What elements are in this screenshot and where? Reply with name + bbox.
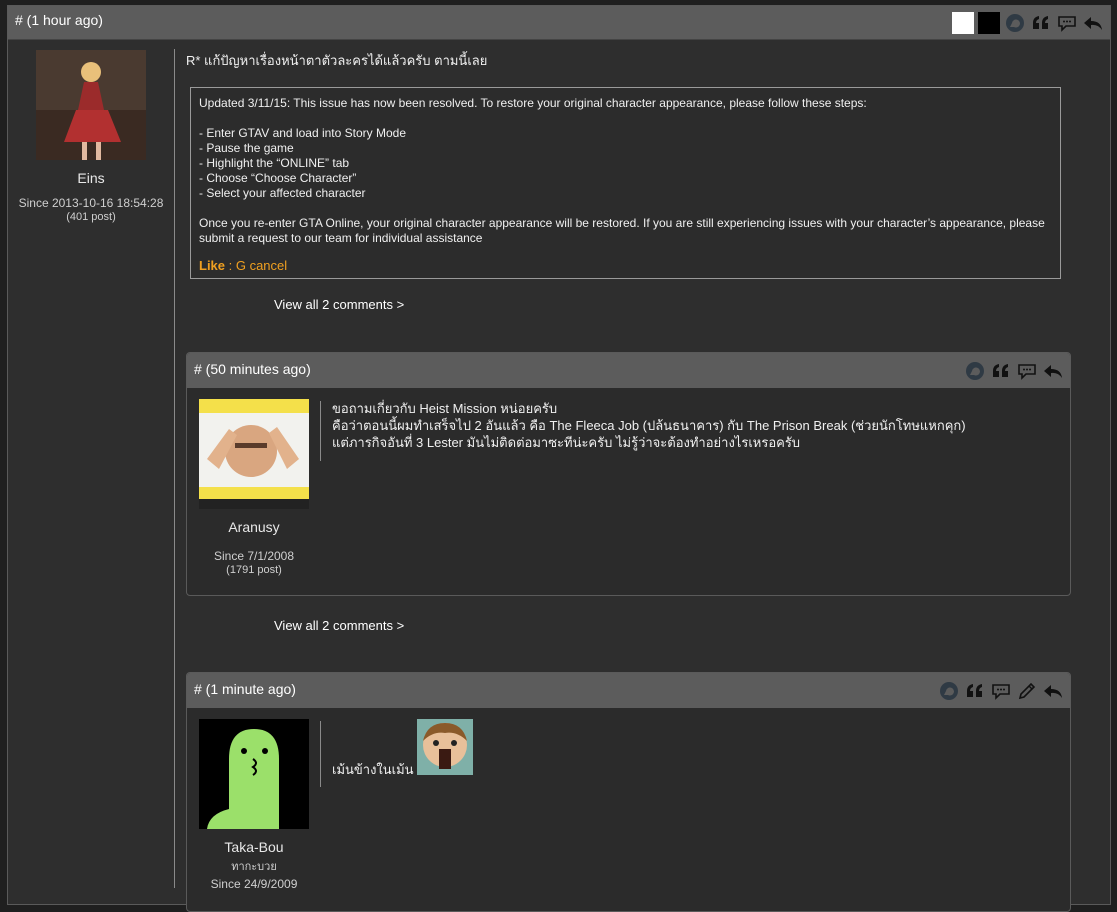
comment-icon[interactable]: [1056, 12, 1078, 34]
comment-line: ขอถามเกี่ยวกับ Heist Mission หน่อยครับ: [332, 401, 558, 416]
comment-body: ขอถามเกี่ยวกับ Heist Mission หน่อยครับ ค…: [332, 400, 966, 451]
author-avatar[interactable]: [199, 399, 309, 509]
post-header: # (1 hour ago): [8, 6, 1110, 40]
view-all-comments-link[interactable]: View all 2 comments >: [274, 297, 404, 312]
author-name[interactable]: Aranusy: [174, 519, 334, 535]
post-body: R* แก้ปัญหาเรื่องหน้าตาตัวละครได้แล้วครั…: [186, 53, 488, 68]
comment-actions: [938, 673, 1064, 708]
view-all-comments-link[interactable]: View all 2 comments >: [274, 618, 404, 633]
author-post-count: (401 post): [66, 211, 116, 223]
author-post-count: (1791 post): [226, 564, 282, 576]
comment-permalink[interactable]: # (1 minute ago): [194, 681, 296, 697]
like-button[interactable]: Like: [199, 258, 225, 273]
comment-line: คือว่าตอนนี้ผมทำเสร็จไป 2 อันแล้ว คือ Th…: [332, 418, 966, 433]
like-by[interactable]: : G cancel: [225, 258, 288, 273]
comment-header: # (50 minutes ago): [187, 353, 1070, 388]
like-line: Like : G cancel: [199, 258, 1052, 273]
comment-permalink[interactable]: # (50 minutes ago): [194, 361, 311, 377]
quote-line: Once you re-enter GTA Online, your origi…: [199, 216, 1045, 245]
post-actions: [952, 6, 1104, 39]
post-permalink[interactable]: # (1 hour ago): [15, 12, 103, 28]
square-white-icon[interactable]: [952, 11, 974, 34]
reply-icon[interactable]: [1042, 680, 1064, 702]
author-since: Since 2013-10-16 18:54:28: [18, 196, 164, 210]
quote-icon[interactable]: [990, 360, 1012, 382]
speech-bubble-icon[interactable]: [938, 680, 960, 702]
comment-body: เม้นข้างในเม้น: [332, 761, 414, 778]
author-since: Since 24/9/2009: [210, 877, 298, 891]
comment-author: Taka-Bou ทากะบวย Since 24/9/2009: [174, 719, 334, 891]
post-author: Eins Since 2013-10-16 18:54:28 (401 post…: [11, 50, 171, 223]
reply-icon[interactable]: [1042, 360, 1064, 382]
comment-icon[interactable]: [1016, 360, 1038, 382]
quote-line: - Select your affected character: [199, 186, 366, 200]
comment-header: # (1 minute ago): [187, 673, 1070, 708]
quote-line: - Enter GTAV and load into Story Mode: [199, 126, 406, 140]
author-subtitle: ทากะบวย: [231, 861, 277, 873]
quote-line: - Highlight the “ONLINE” tab: [199, 156, 350, 170]
reply-icon[interactable]: [1082, 12, 1104, 34]
comment: # (1 minute ago) Taka-Bou ทากะบวย Since …: [186, 672, 1071, 912]
comment: # (50 minutes ago) Aranusy Since 7/1/200…: [186, 352, 1071, 596]
quote-spacer: [199, 201, 1052, 216]
quote-line: - Choose “Choose Character”: [199, 171, 357, 185]
comment-line: แต่ภารกิจอันที่ 3 Lester มันไม่ติดต่อมาซ…: [332, 435, 801, 450]
emoticon-image: [417, 719, 473, 775]
comment-divider: [320, 721, 321, 787]
quote-line: - Pause the game: [199, 141, 294, 155]
author-name[interactable]: Taka-Bou: [174, 839, 334, 855]
quote-icon[interactable]: [964, 680, 986, 702]
square-black-icon[interactable]: [978, 11, 1000, 34]
author-name[interactable]: Eins: [11, 170, 171, 186]
author-avatar[interactable]: [199, 719, 309, 829]
author-since: Since 7/1/2008: [213, 549, 295, 563]
comment-author: Aranusy Since 7/1/2008 (1791 post): [174, 399, 334, 576]
speech-bubble-icon[interactable]: [964, 360, 986, 382]
quoted-announcement: Updated 3/11/15: This issue has now been…: [190, 87, 1061, 279]
comment-line: เม้นข้างในเม้น: [332, 762, 414, 777]
edit-icon[interactable]: [1016, 680, 1038, 702]
comment-divider: [320, 401, 321, 461]
quote-icon[interactable]: [1030, 12, 1052, 34]
author-avatar[interactable]: [36, 50, 146, 160]
comment-icon[interactable]: [990, 680, 1012, 702]
speech-bubble-icon[interactable]: [1004, 12, 1026, 34]
quote-line: Updated 3/11/15: This issue has now been…: [199, 96, 867, 110]
comment-actions: [964, 353, 1064, 388]
quote-line: [199, 111, 1052, 126]
